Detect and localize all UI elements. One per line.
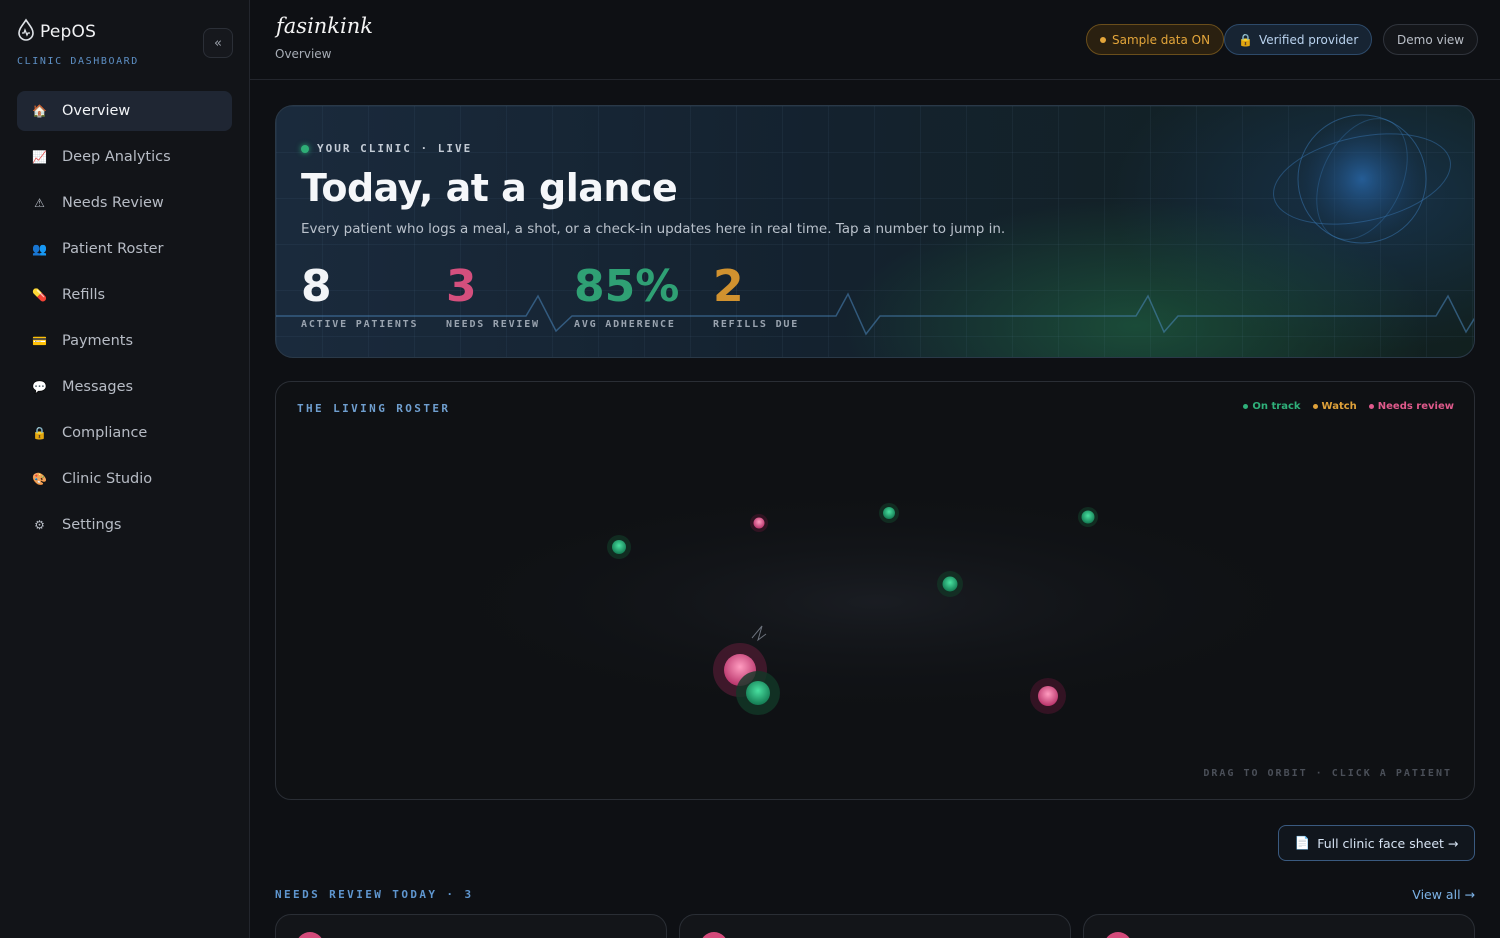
- sidebar-item-label: Payments: [62, 333, 134, 349]
- live-dot-icon: [301, 144, 309, 153]
- review-card[interactable]: [275, 914, 667, 938]
- legend-label: Needs review: [1377, 401, 1454, 412]
- sidebar-item-label: Messages: [62, 379, 134, 395]
- sidebar-item-compliance[interactable]: 🔒 Compliance: [17, 413, 232, 453]
- patient-node[interactable]: [937, 571, 963, 597]
- roster-orbit-view[interactable]: [276, 382, 1475, 800]
- sidebar-item-patient-roster[interactable]: 👥 Patient Roster: [17, 229, 232, 269]
- stat-label: ACTIVE PATIENTS: [301, 319, 419, 330]
- sidebar-item-label: Deep Analytics: [62, 149, 171, 165]
- sample-data-badge[interactable]: Sample data ON: [1086, 24, 1225, 55]
- review-card[interactable]: [1083, 914, 1475, 938]
- patient-node[interactable]: [879, 503, 899, 523]
- legend-item: On track: [1243, 401, 1301, 412]
- legend-item: Watch: [1312, 401, 1357, 412]
- patient-node[interactable]: [1078, 507, 1098, 527]
- breadcrumb: Overview: [275, 47, 332, 61]
- sidebar-item-label: Overview: [62, 103, 131, 119]
- avatar: [1104, 932, 1132, 938]
- pill-icon: 💊: [32, 288, 47, 302]
- avatar: [700, 932, 728, 938]
- lock-icon: 🔒: [1238, 32, 1253, 47]
- patient-node[interactable]: [736, 671, 780, 715]
- hero-description: Every patient who logs a meal, a shot, o…: [301, 221, 1006, 237]
- legend-item: Needs review: [1368, 401, 1454, 412]
- stat-refills-due[interactable]: 2 REFILLS DUE: [713, 259, 799, 330]
- sidebar-item-clinic-studio[interactable]: 🎨 Clinic Studio: [17, 459, 232, 499]
- sample-dot-icon: [1100, 36, 1106, 43]
- sidebar-item-label: Needs Review: [62, 195, 164, 211]
- sidebar-item-label: Patient Roster: [62, 241, 164, 257]
- sidebar-item-messages[interactable]: 💬 Messages: [17, 367, 232, 407]
- sidebar-item-needs-review[interactable]: ⚠ Needs Review: [17, 183, 232, 223]
- verified-label: Verified provider: [1258, 32, 1359, 47]
- avatar: [296, 932, 324, 938]
- card-icon: 💳: [32, 334, 47, 348]
- brand-name: PepOS: [40, 22, 97, 42]
- chat-icon: 💬: [32, 380, 47, 394]
- stat-label: AVG ADHERENCE: [574, 319, 676, 330]
- main-content: fasinkink Overview Sample data ON 🔒 Veri…: [250, 0, 1500, 938]
- patient-node[interactable]: [1030, 678, 1066, 714]
- legend-label: On track: [1252, 401, 1301, 412]
- legend-dot-icon: [1243, 404, 1249, 409]
- collapse-sidebar-button[interactable]: «: [203, 28, 233, 58]
- sidebar-item-label: Compliance: [62, 425, 148, 441]
- gear-icon: ⚙: [34, 518, 45, 532]
- hero-panel: YOUR CLINIC · LIVE Today, at a glance Ev…: [275, 105, 1475, 358]
- living-roster-panel[interactable]: THE LIVING ROSTER On track Watch Needs rev…: [275, 381, 1475, 800]
- roster-hint: DRAG TO ORBIT · CLICK A PATIENT: [1203, 768, 1452, 779]
- sidebar-item-label: Refills: [62, 287, 106, 303]
- live-indicator: YOUR CLINIC · LIVE: [301, 142, 472, 155]
- stat-value: 85%: [574, 261, 680, 312]
- legend-dot-icon: [1312, 404, 1318, 409]
- hero-title: Today, at a glance: [301, 166, 678, 210]
- sidebar-item-overview[interactable]: 🏠 Overview: [17, 91, 232, 131]
- legend-label: Watch: [1321, 401, 1357, 412]
- stat-value: 8: [301, 261, 332, 312]
- needs-review-title: NEEDS REVIEW TODAY · 3: [275, 888, 474, 901]
- clinic-logo: fasinkink: [276, 14, 374, 38]
- stat-label: REFILLS DUE: [713, 319, 800, 330]
- view-all-link[interactable]: View all →: [1412, 887, 1475, 902]
- stat-needs-review[interactable]: 3 NEEDS REVIEW: [446, 259, 540, 330]
- people-icon: 👥: [32, 242, 47, 256]
- house-icon: 🏠: [32, 104, 47, 118]
- face-sheet-label: Full clinic face sheet →: [1317, 835, 1459, 851]
- patient-node[interactable]: [607, 535, 631, 559]
- sidebar-item-deep-analytics[interactable]: 📈 Deep Analytics: [17, 137, 232, 177]
- live-label: YOUR CLINIC · LIVE: [317, 142, 473, 155]
- pepos-logo-icon: [16, 18, 36, 46]
- patient-node[interactable]: [750, 514, 768, 532]
- top-bar: fasinkink Overview Sample data ON 🔒 Veri…: [250, 0, 1500, 80]
- sidebar: PepOS CLINIC DASHBOARD « 🏠 Overview 📈 Deep …: [0, 0, 250, 938]
- stat-active-patients[interactable]: 8 ACTIVE PATIENTS: [301, 259, 418, 330]
- document-icon: 📄: [1294, 835, 1311, 850]
- sidebar-item-settings[interactable]: ⚙ Settings: [17, 505, 232, 545]
- demo-view-button[interactable]: Demo view: [1383, 24, 1479, 55]
- face-sheet-button[interactable]: 📄 Full clinic face sheet →: [1278, 825, 1475, 861]
- stat-value: 2: [713, 261, 744, 312]
- warning-icon: ⚠: [34, 196, 45, 210]
- chart-icon: 📈: [32, 150, 47, 164]
- verified-provider-badge[interactable]: 🔒 Verified provider: [1224, 24, 1373, 55]
- roster-title: THE LIVING ROSTER: [297, 402, 451, 415]
- sidebar-nav: 🏠 Overview 📈 Deep Analytics ⚠ Needs Review 👥 Pa…: [17, 91, 232, 551]
- brand-subtitle: CLINIC DASHBOARD: [17, 56, 139, 67]
- sidebar-item-label: Clinic Studio: [62, 471, 153, 487]
- globe-icon: [1273, 114, 1451, 244]
- stat-label: NEEDS REVIEW: [446, 319, 540, 330]
- review-card[interactable]: [679, 914, 1071, 938]
- sidebar-item-payments[interactable]: 💳 Payments: [17, 321, 232, 361]
- palette-icon: 🎨: [32, 472, 47, 486]
- roster-legend: On track Watch Needs review: [1243, 401, 1454, 412]
- sample-data-label: Sample data ON: [1112, 32, 1211, 47]
- brand[interactable]: PepOS: [16, 18, 96, 46]
- lock-icon: 🔒: [32, 426, 47, 440]
- stat-avg-adherence[interactable]: 85% AVG ADHERENCE: [574, 259, 679, 330]
- legend-dot-icon: [1368, 404, 1374, 409]
- stat-value: 3: [446, 261, 477, 312]
- sidebar-item-label: Settings: [62, 517, 122, 533]
- sidebar-item-refills[interactable]: 💊 Refills: [17, 275, 232, 315]
